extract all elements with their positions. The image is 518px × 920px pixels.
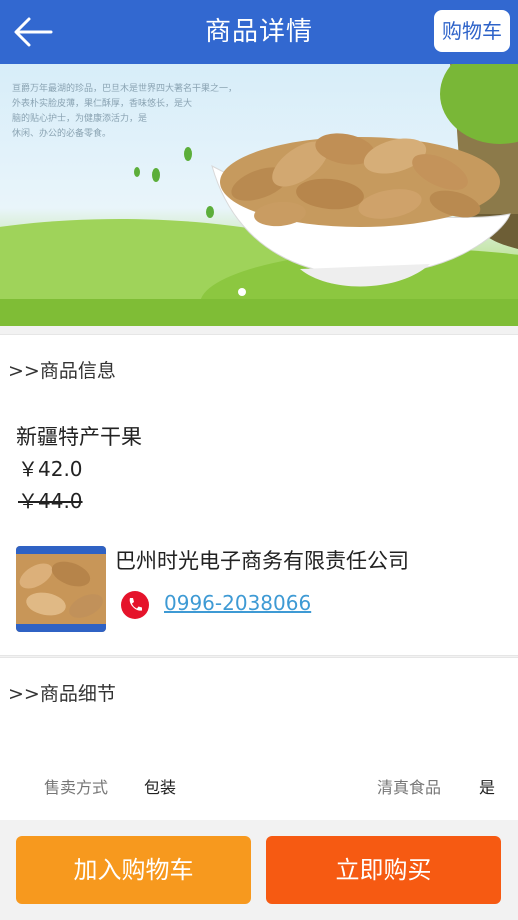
phone-icon[interactable] — [120, 590, 150, 620]
detail-value-halal: 是 — [479, 778, 496, 797]
top-app-bar: 商品详情 购物车 — [0, 0, 518, 64]
detail-value-sale-method: 包装 — [144, 778, 177, 797]
banner-caption: 亘爵万年最湖的珍品，巴旦木是世界四大著名干果之一， 外表朴实脸皮薄，果仁酥厚，香… — [12, 84, 238, 139]
product-info-card: 新疆特产干果 ￥42.0 ￥44.0 巴州时光电子商务有限责任公司 0996-2… — [0, 407, 518, 656]
almond-thumbnail-image — [16, 546, 106, 632]
product-price: ￥42.0 — [18, 457, 83, 481]
detail-label-sale-method: 售卖方式 — [44, 778, 109, 797]
shop-thumbnail[interactable] — [16, 546, 106, 632]
product-name: 新疆特产干果 — [16, 425, 142, 449]
cart-button[interactable]: 购物车 — [434, 10, 510, 52]
section-product-info: >>商品信息 — [0, 334, 518, 408]
section-title: >>商品细节 — [8, 683, 116, 705]
carousel-indicator — [238, 288, 246, 296]
product-original-price: ￥44.0 — [18, 489, 83, 513]
add-to-cart-button[interactable]: 加入购物车 — [16, 836, 251, 904]
section-product-details: >>商品细节 — [0, 657, 518, 731]
shop-phone-link[interactable]: 0996-2038066 — [164, 591, 311, 615]
section-title: >>商品信息 — [8, 360, 116, 382]
product-details: 售卖方式 包装 清真食品 是 — [0, 730, 518, 820]
buy-now-button[interactable]: 立即购买 — [266, 836, 501, 904]
bottom-action-bar: 加入购物车 立即购买 — [0, 822, 518, 920]
detail-label-halal: 清真食品 — [377, 778, 442, 797]
product-banner[interactable]: 亘爵万年最湖的珍品，巴旦木是世界四大著名干果之一， 外表朴实脸皮薄，果仁酥厚，香… — [0, 64, 518, 326]
shop-name: 巴州时光电子商务有限责任公司 — [115, 549, 409, 573]
